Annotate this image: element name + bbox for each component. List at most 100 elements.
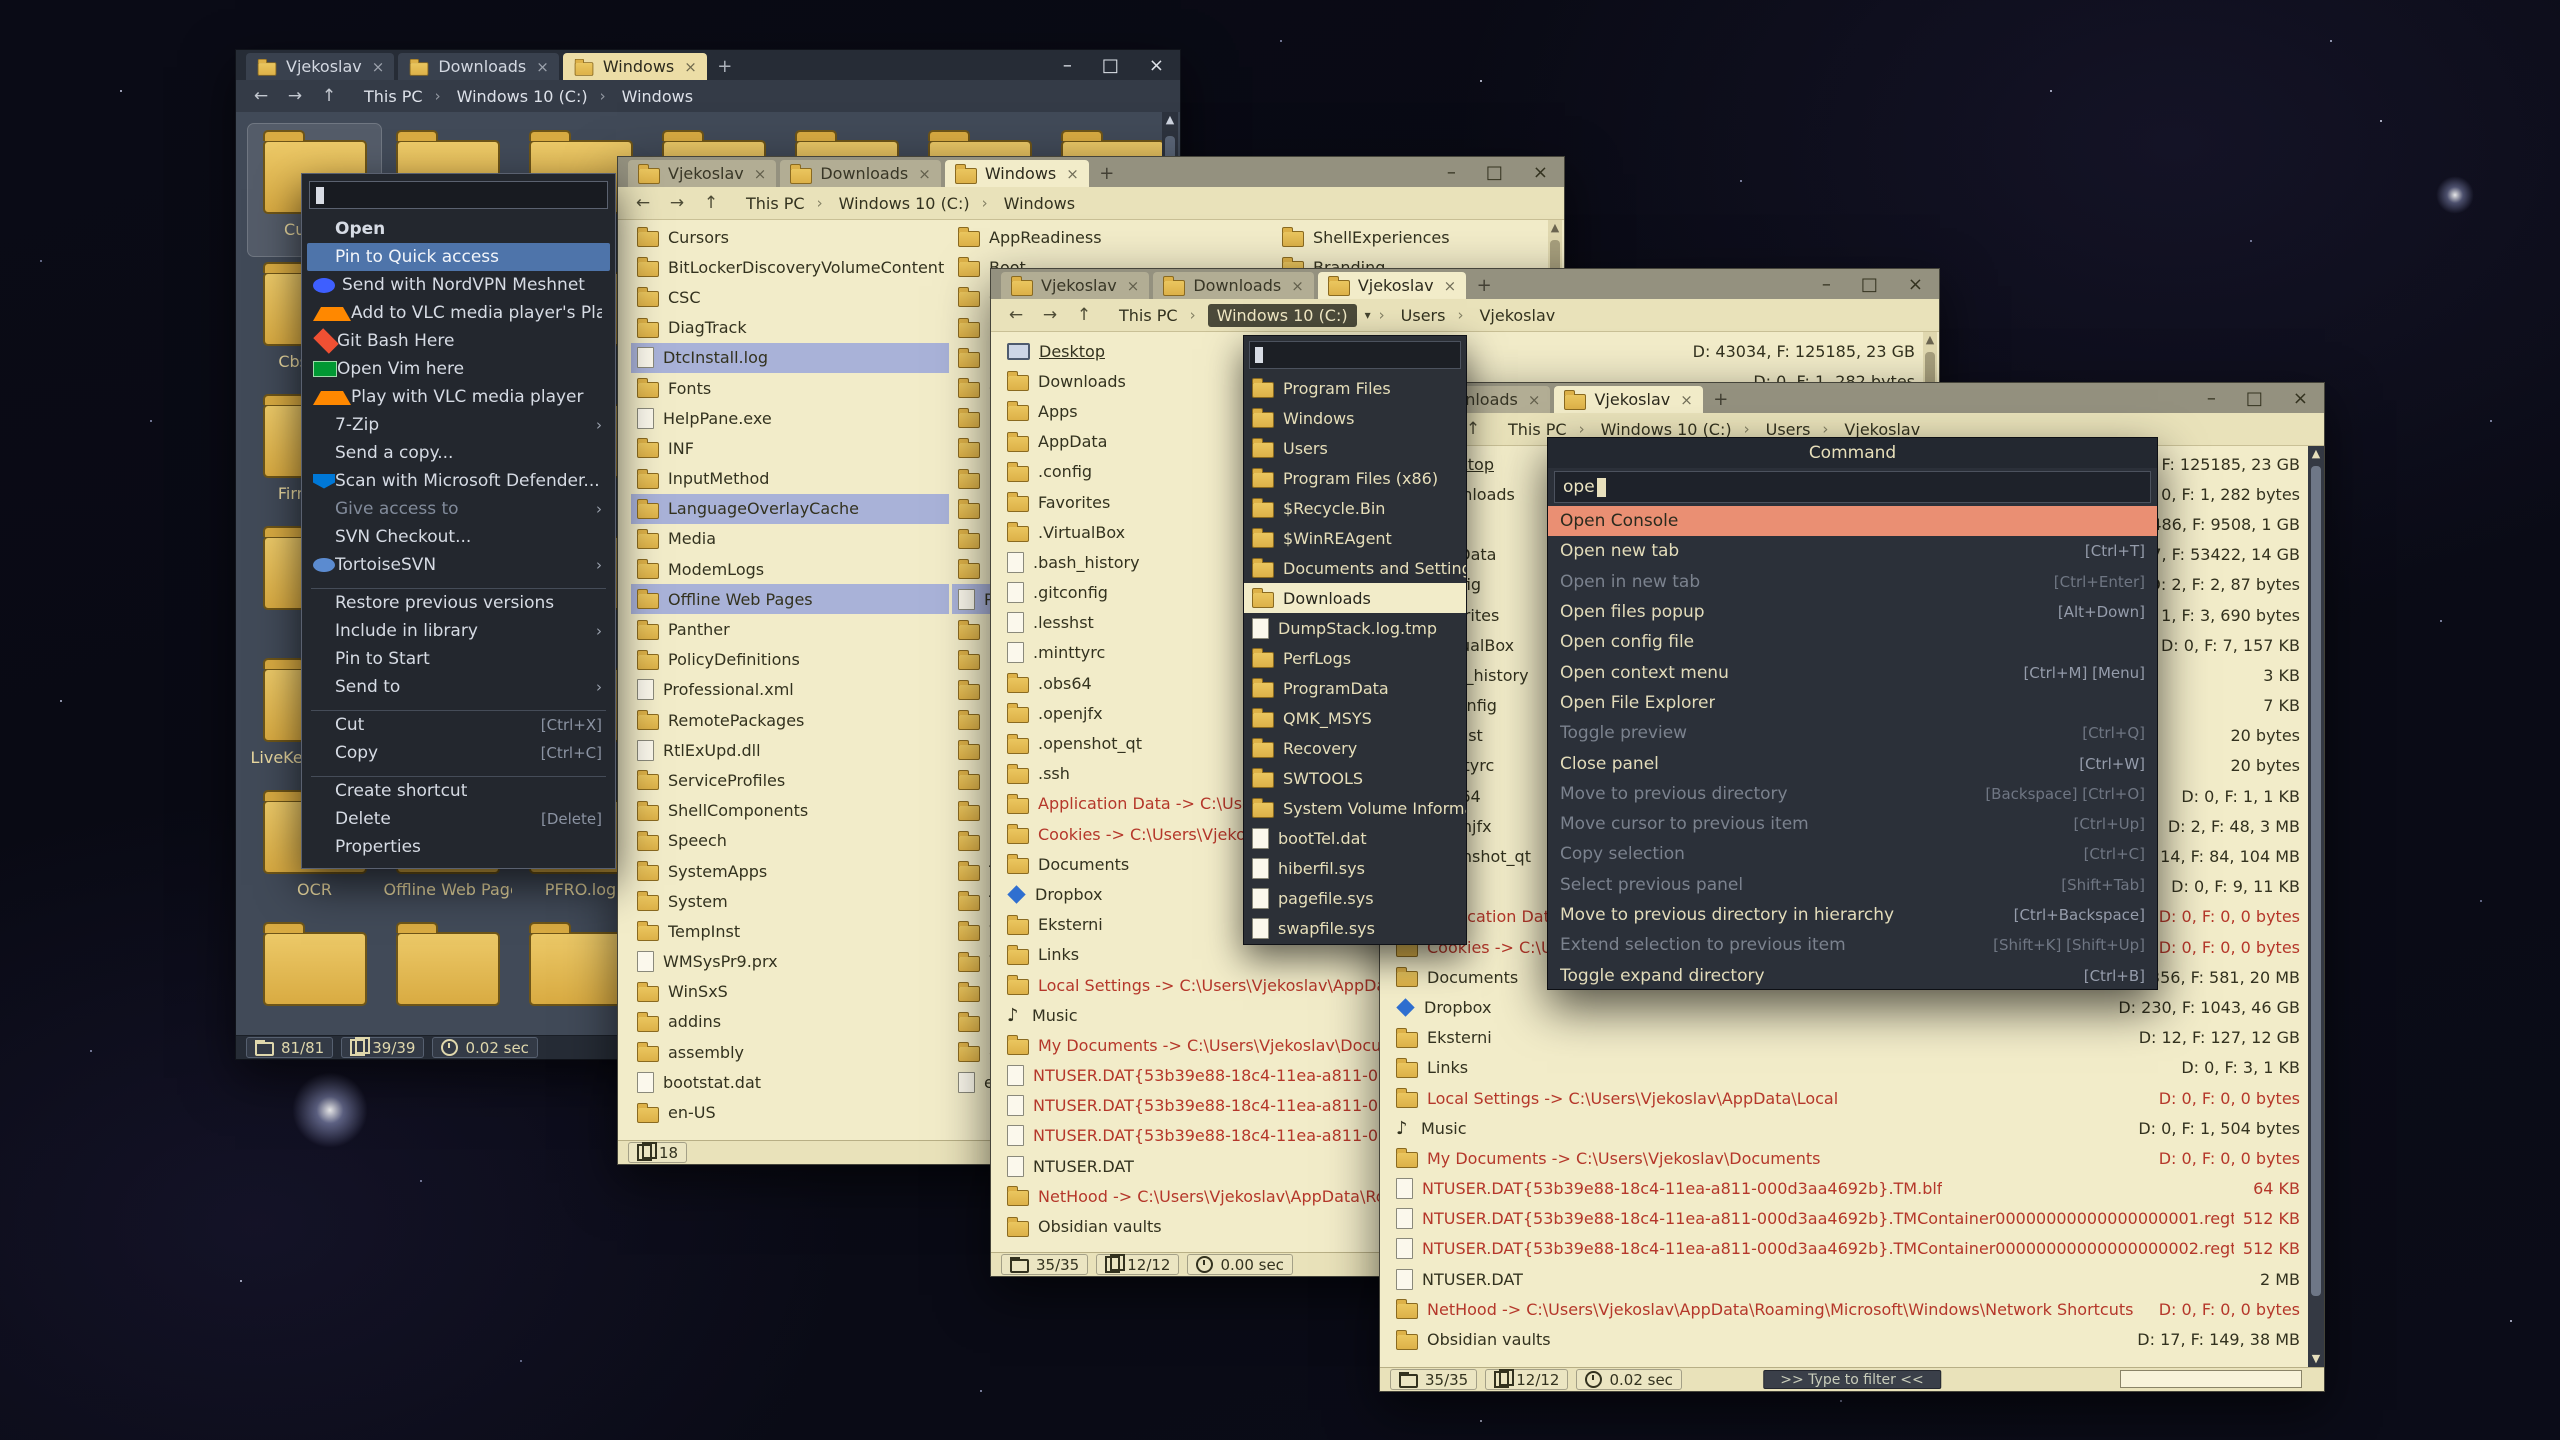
dropdown-item[interactable]: Program Files	[1244, 373, 1466, 403]
file-row[interactable]: AppReadiness	[952, 222, 1270, 252]
dropdown-item[interactable]: ProgramData	[1244, 673, 1466, 703]
scroll-up-icon[interactable]: ▲	[1926, 332, 1934, 348]
command-item[interactable]: Open Console	[1548, 506, 2157, 536]
command-item[interactable]: Move to previous directory in hierarchy …	[1548, 900, 2157, 930]
file-row[interactable]: WinSxS	[631, 977, 949, 1007]
close-button[interactable]: ×	[2293, 388, 2308, 409]
command-item[interactable]: Close panel [Ctrl+W]	[1548, 748, 2157, 778]
back-button[interactable]: ←	[630, 191, 656, 215]
minimize-button[interactable]: –	[1063, 55, 1072, 76]
minimize-button[interactable]: –	[1822, 274, 1831, 295]
menu-item[interactable]	[311, 767, 606, 777]
menu-item[interactable]: Send with NordVPN Meshnet	[307, 271, 610, 299]
dropdown-item[interactable]: hiberfil.sys	[1244, 853, 1466, 883]
dropdown-filter-input[interactable]	[1249, 341, 1461, 369]
file-row[interactable]: NTUSER.DAT{53b39e88-18c4-11ea-a811-000d3…	[1380, 1204, 2324, 1234]
file-row[interactable]: DiagTrack	[631, 313, 949, 343]
file-row[interactable]: Local Settings -> C:\Users\Vjekoslav\App…	[1380, 1083, 2324, 1113]
close-button[interactable]: ×	[1149, 55, 1164, 76]
tab-close-icon[interactable]: ×	[1680, 391, 1693, 409]
dropdown-item[interactable]: Documents and Settings	[1244, 553, 1466, 583]
status-filter-input[interactable]	[2120, 1370, 2302, 1388]
dropdown-item[interactable]: Users	[1244, 433, 1466, 463]
type-to-filter-hint[interactable]: >> Type to filter <<	[1763, 1370, 1941, 1389]
menu-item[interactable]: Play with VLC media player	[307, 383, 610, 411]
close-button[interactable]: ×	[1908, 274, 1923, 295]
menu-item[interactable]: Open	[307, 215, 610, 243]
file-row[interactable]: BitLockerDiscoveryVolumeContents	[631, 252, 949, 282]
new-tab-button[interactable]: +	[1095, 161, 1119, 185]
breadcrumb-item[interactable]: › Windows	[596, 85, 697, 108]
file-row[interactable]: NTUSER.DAT{53b39e88-18c4-11ea-a811-000d3…	[1380, 1234, 2324, 1264]
file-row[interactable]: Links D: 0, F: 3, 1 KB	[1380, 1053, 2324, 1083]
breadcrumb-item[interactable]: This PC	[742, 192, 809, 215]
command-item[interactable]: Open files popup [Alt+Down]	[1548, 597, 2157, 627]
breadcrumb-item[interactable]: › Vjekoslav	[1453, 304, 1559, 327]
file-row[interactable]: bootstat.dat	[631, 1067, 949, 1097]
command-item[interactable]: Copy selection [Ctrl+C]	[1548, 839, 2157, 869]
file-row[interactable]: NetHood -> C:\Users\Vjekoslav\AppData\Ro…	[1380, 1294, 2324, 1324]
breadcrumb-item[interactable]: › Windows	[978, 192, 1079, 215]
tab-close-icon[interactable]: ×	[754, 165, 767, 183]
scrollbar[interactable]: ▲ ▼	[2308, 446, 2324, 1367]
file-row[interactable]: PolicyDefinitions	[631, 645, 949, 675]
file-row[interactable]: NTUSER.DAT{53b39e88-18c4-11ea-a811-000d3…	[1380, 1174, 2324, 1204]
minimize-button[interactable]: –	[2207, 388, 2216, 409]
back-button[interactable]: ←	[248, 84, 274, 108]
tab[interactable]: Vjekoslav ×	[1318, 272, 1466, 299]
command-item[interactable]: Open context menu [Ctrl+M] [Menu]	[1548, 657, 2157, 687]
command-item[interactable]: Select previous panel [Shift+Tab]	[1548, 870, 2157, 900]
file-row[interactable]: INF	[631, 433, 949, 463]
command-item[interactable]: Open new tab [Ctrl+T]	[1548, 536, 2157, 566]
minimize-button[interactable]: –	[1447, 162, 1456, 183]
file-row[interactable]: NTUSER.DAT 2 MB	[1380, 1264, 2324, 1294]
tab[interactable]: Downloads ×	[1153, 272, 1313, 299]
up-button[interactable]: ↑	[316, 84, 342, 108]
maximize-button[interactable]: □	[2246, 388, 2263, 409]
file-row[interactable]: Professional.xml	[631, 675, 949, 705]
file-row[interactable]: Media	[631, 524, 949, 554]
dropdown-item[interactable]: swapfile.sys	[1244, 913, 1466, 943]
file-row[interactable]: addins	[631, 1007, 949, 1037]
dropdown-item[interactable]: SWTOOLS	[1244, 763, 1466, 793]
tab[interactable]: Vjekoslav ×	[1554, 386, 1702, 413]
menu-item[interactable]: Copy [Ctrl+C]	[307, 739, 610, 767]
file-row[interactable]: RemotePackages	[631, 705, 949, 735]
breadcrumb-item[interactable]: › Windows 10 (C:)	[431, 85, 592, 108]
file-row[interactable]: WMSysPr9.prx	[631, 947, 949, 977]
dropdown-item[interactable]: DumpStack.log.tmp	[1244, 613, 1466, 643]
forward-button[interactable]: →	[664, 191, 690, 215]
command-item[interactable]: Open in new tab [Ctrl+Enter]	[1548, 567, 2157, 597]
tab[interactable]: Vjekoslav ×	[246, 53, 394, 80]
file-row[interactable]: Speech	[631, 826, 949, 856]
file-row[interactable]: ModemLogs	[631, 554, 949, 584]
tab[interactable]: Windows ×	[945, 160, 1089, 187]
menu-item[interactable]: Properties	[307, 833, 610, 861]
tab[interactable]: Vjekoslav ×	[1001, 272, 1149, 299]
file-row[interactable]: ShellExperiences	[1276, 222, 1546, 252]
up-button[interactable]: ↑	[698, 191, 724, 215]
menu-item[interactable]: Send to ›	[307, 673, 610, 701]
tab-close-icon[interactable]: ×	[684, 58, 697, 76]
scroll-up-icon[interactable]: ▲	[1166, 112, 1174, 128]
tab-close-icon[interactable]: ×	[1066, 165, 1079, 183]
new-tab-button[interactable]: +	[1472, 273, 1496, 297]
scroll-up-icon[interactable]: ▲	[2312, 446, 2320, 462]
breadcrumb-item[interactable]: › Windows 10 (C:) ▾	[1186, 304, 1371, 327]
tab[interactable]: Windows ×	[563, 53, 707, 80]
menu-item[interactable]: Cut [Ctrl+X]	[307, 711, 610, 739]
file-row[interactable]: Eksterni D: 12, F: 127, 12 GB	[1380, 1023, 2324, 1053]
dropdown-item[interactable]: $Recycle.Bin	[1244, 493, 1466, 523]
command-item[interactable]: Extend selection to previous item [Shift…	[1548, 930, 2157, 960]
tab-close-icon[interactable]: ×	[1444, 277, 1457, 295]
file-row[interactable]: DtcInstall.log	[631, 343, 949, 373]
dropdown-item[interactable]: Program Files (x86)	[1244, 463, 1466, 493]
file-row[interactable]: LanguageOverlayCache	[631, 494, 949, 524]
close-button[interactable]: ×	[1533, 162, 1548, 183]
grid-cell[interactable]	[248, 916, 381, 1035]
grid-cell[interactable]	[381, 916, 514, 1035]
tab-close-icon[interactable]: ×	[372, 58, 385, 76]
file-row[interactable]: en-US	[631, 1097, 949, 1127]
file-row[interactable]: Cursors	[631, 222, 949, 252]
file-row[interactable]: Offline Web Pages	[631, 584, 949, 614]
